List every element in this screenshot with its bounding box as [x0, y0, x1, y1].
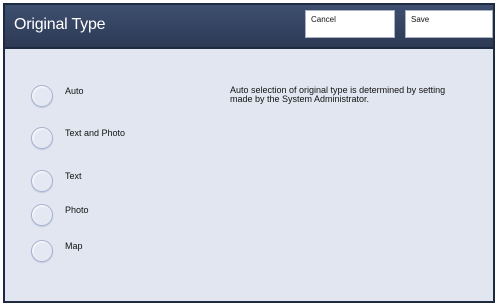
options-area: Auto Text and Photo Text Photo Map Auto … [5, 49, 493, 301]
description-text: Auto selection of original type is deter… [230, 85, 446, 104]
option-label: Photo [65, 205, 89, 215]
option-label: Text and Photo [65, 128, 126, 138]
option-label: Text [65, 171, 82, 181]
option-label: Auto [65, 86, 84, 96]
radio-button[interactable] [31, 240, 53, 262]
page-title: Original Type [14, 16, 106, 33]
option-text-and-photo[interactable]: Text and Photo [31, 127, 201, 153]
cancel-button[interactable]: Cancel [305, 10, 395, 38]
option-auto[interactable]: Auto [31, 85, 201, 111]
save-button[interactable]: Save [405, 10, 493, 38]
option-photo[interactable]: Photo [31, 204, 201, 230]
original-type-panel: Original Type Cancel Save Auto Text and … [3, 3, 495, 303]
title-bar: Original Type Cancel Save [5, 5, 493, 47]
radio-button[interactable] [31, 127, 53, 149]
radio-button[interactable] [31, 204, 53, 226]
radio-button[interactable] [31, 170, 53, 192]
option-text[interactable]: Text [31, 170, 201, 196]
option-label: Map [65, 241, 83, 251]
radio-button[interactable] [31, 85, 53, 107]
option-map[interactable]: Map [31, 240, 201, 266]
